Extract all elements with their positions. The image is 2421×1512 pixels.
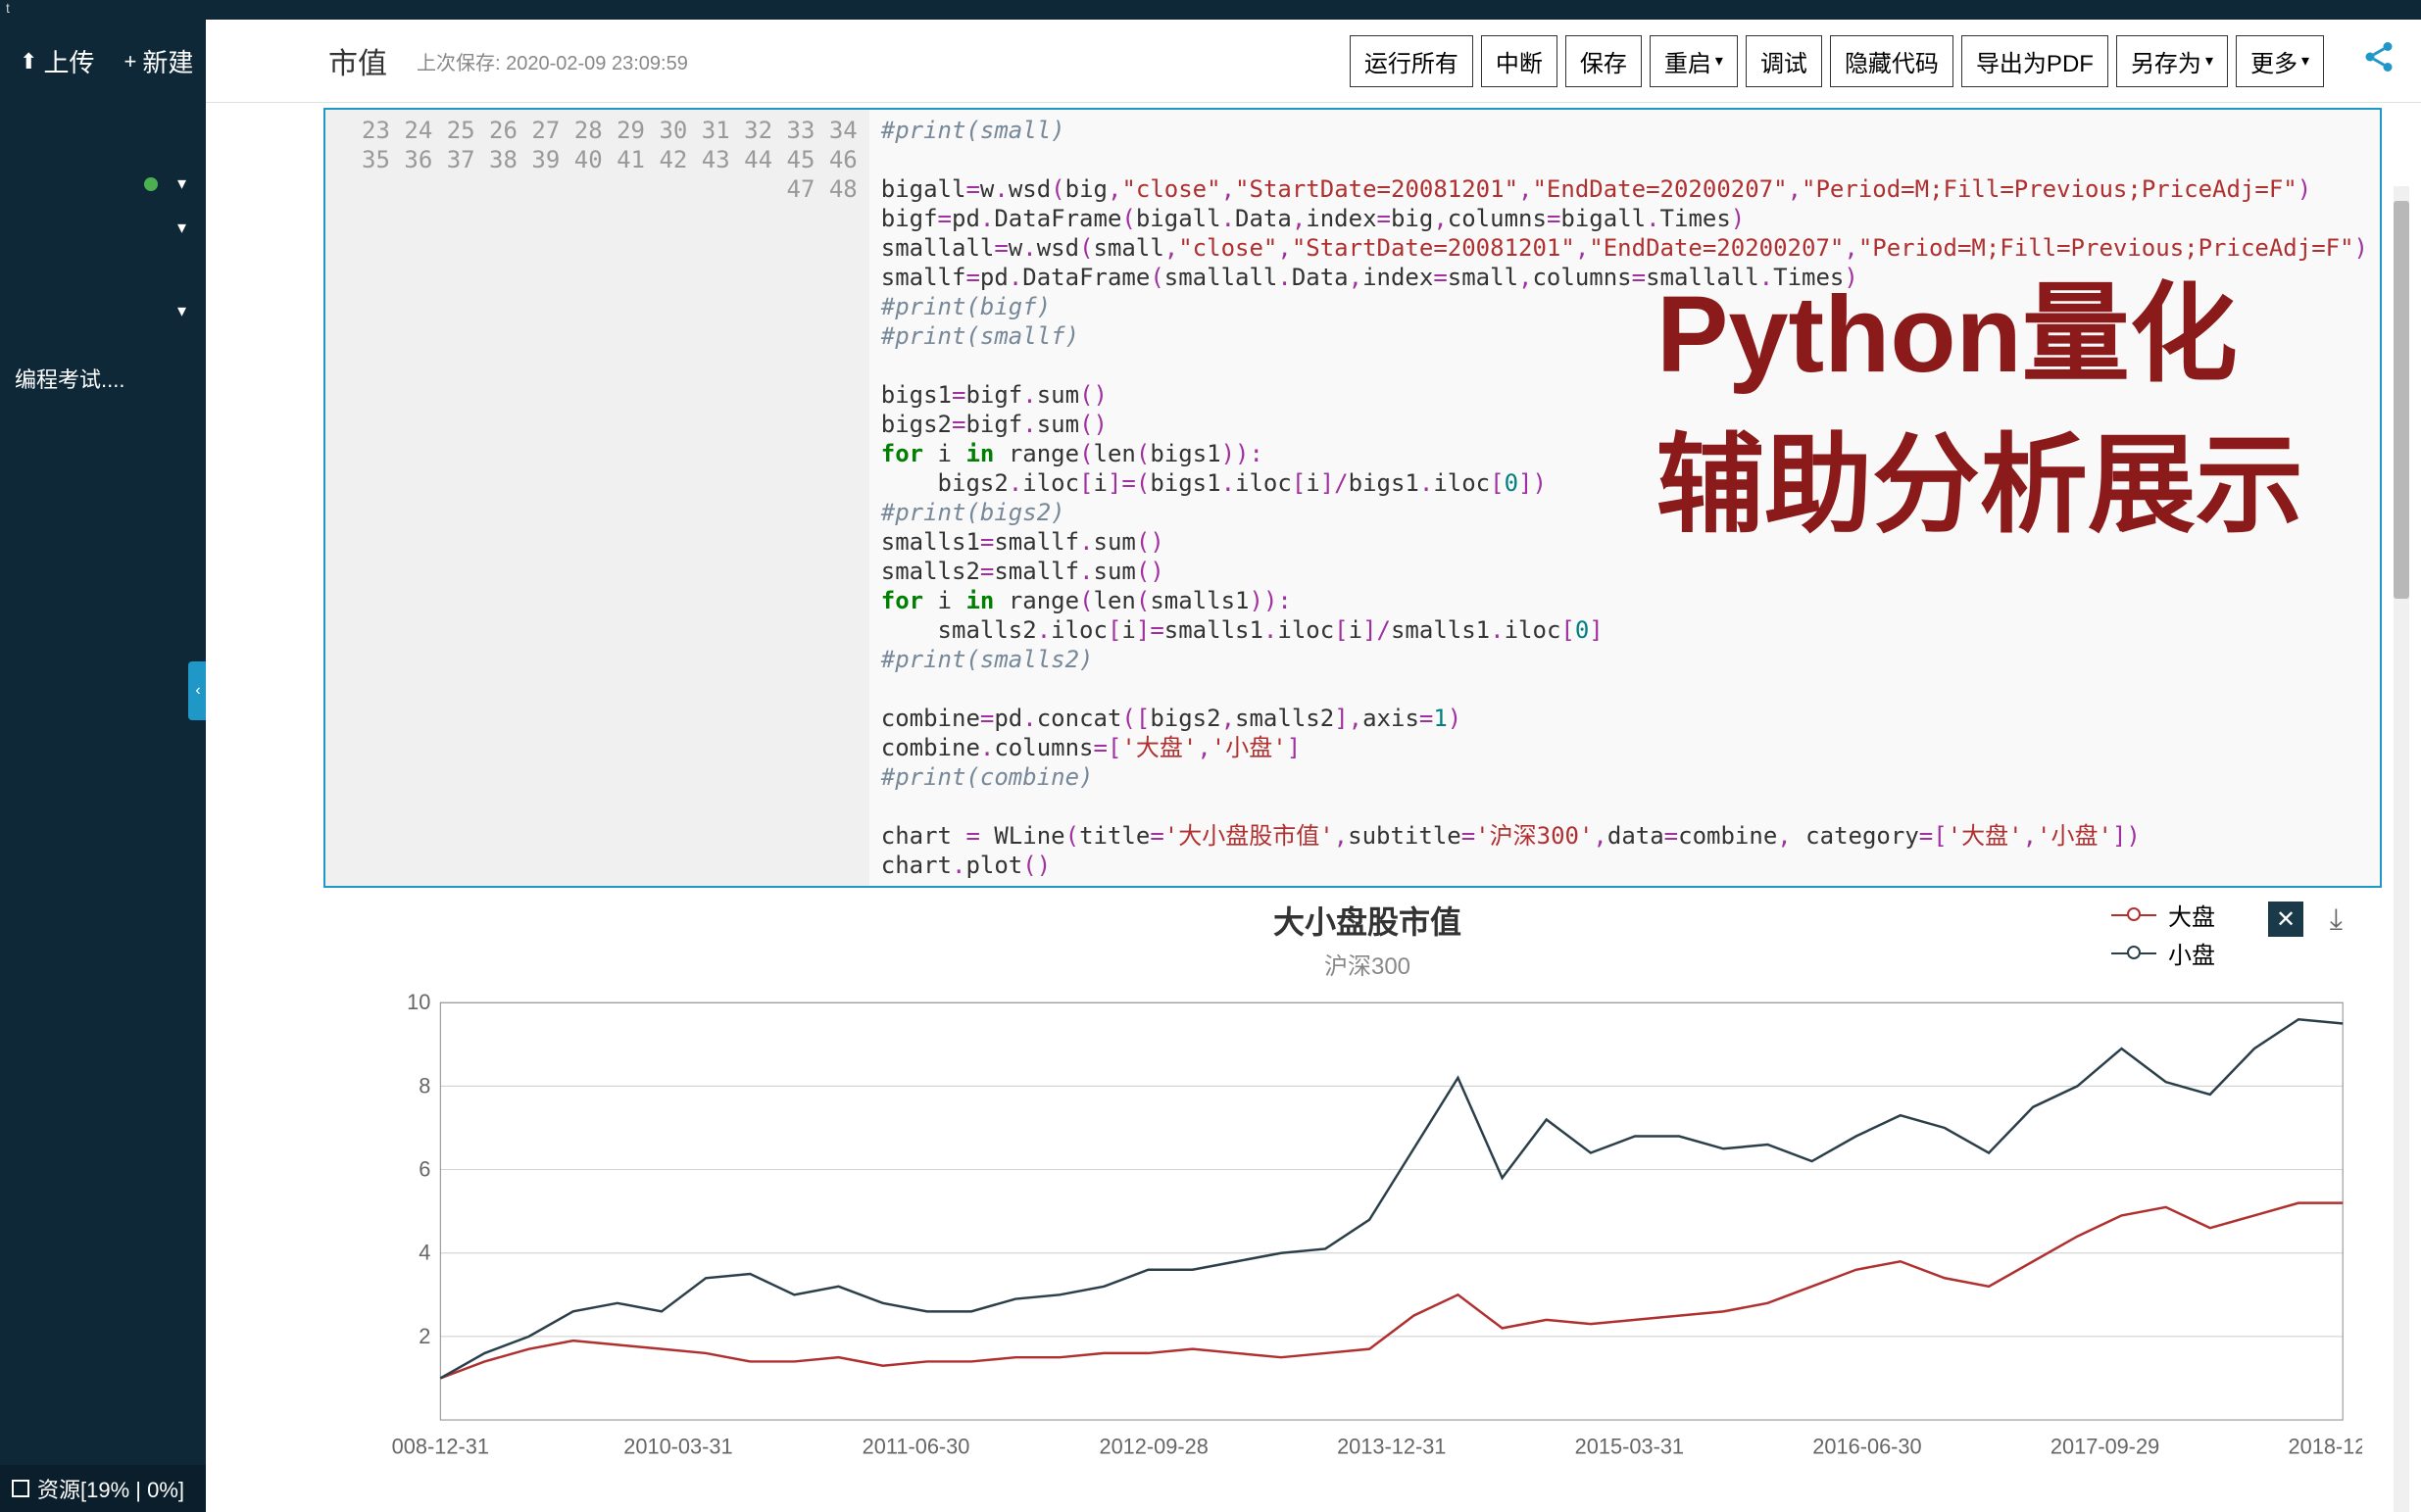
svg-text:2015-03-31: 2015-03-31 [1575, 1435, 1684, 1459]
notebook-header: 市值 上次保存: 2020-02-09 23:09:59 运行所有 中断 保存 … [206, 20, 2421, 103]
chevron-down-icon: ▾ [177, 218, 186, 238]
code-editor[interactable]: #print(small) bigall=w.wsd(big,"close","… [869, 110, 2380, 886]
svg-text:2018-12-28: 2018-12-28 [2289, 1435, 2362, 1459]
svg-text:2016-06-30: 2016-06-30 [1812, 1435, 1921, 1459]
svg-text:2010-03-31: 2010-03-31 [623, 1435, 732, 1459]
plus-icon: + [124, 49, 136, 74]
debug-button[interactable]: 调试 [1746, 35, 1822, 87]
legend-item-small[interactable]: 小盘 [2111, 936, 2215, 970]
chart-download-icon[interactable]: ⤓ [2330, 903, 2343, 937]
save-prefix: 上次保存: [417, 53, 506, 74]
svg-text:6: 6 [419, 1156, 430, 1181]
svg-text:2017-09-29: 2017-09-29 [2050, 1435, 2159, 1459]
sidebar: ▾ ▾ ▾ 编程考试.... ‹ ! ? 资源[19% | 0%] [0, 103, 206, 1512]
main-content: 23 24 25 26 27 28 29 30 31 32 33 34 35 3… [206, 103, 2421, 1512]
kernel-status-dot [144, 177, 158, 191]
chart-legend: 大盘 小盘 [2111, 898, 2215, 974]
export-pdf-button[interactable]: 导出为PDF [1961, 35, 2108, 87]
share-icon[interactable] [2361, 39, 2396, 83]
chevron-down-icon: ▾ [2205, 51, 2213, 71]
resource-status-text: 资源[19% | 0%] [37, 1473, 184, 1504]
toolbar: 运行所有 中断 保存 重启▾ 调试 隐藏代码 导出为PDF 另存为▾ 更多▾ [1350, 35, 2396, 87]
upload-button[interactable]: ⬆ 上传 [20, 43, 94, 79]
chevron-down-icon: ▾ [2301, 51, 2309, 71]
line-number-gutter: 23 24 25 26 27 28 29 30 31 32 33 34 35 3… [325, 110, 869, 886]
save-as-button[interactable]: 另存为▾ [2116, 35, 2228, 87]
svg-text:2011-06-30: 2011-06-30 [863, 1435, 970, 1459]
save-button[interactable]: 保存 [1565, 35, 1642, 87]
code-cell[interactable]: 23 24 25 26 27 28 29 30 31 32 33 34 35 3… [323, 108, 2382, 888]
restart-button[interactable]: 重启▾ [1650, 35, 1738, 87]
chart-subtitle: 沪深300 [372, 947, 2362, 981]
legend-label-big: 大盘 [2168, 898, 2215, 932]
chevron-down-icon: ▾ [1715, 51, 1723, 71]
vertical-scrollbar[interactable] [2394, 186, 2409, 1512]
chevron-down-icon: ▾ [177, 173, 186, 194]
legend-marker-small [2111, 952, 2156, 954]
more-button[interactable]: 更多▾ [2236, 35, 2324, 87]
sidebar-exam-label[interactable]: 编程考试.... [0, 353, 206, 404]
hide-code-button[interactable]: 隐藏代码 [1830, 35, 1953, 87]
new-button[interactable]: + 新建 [124, 43, 193, 79]
legend-marker-big [2111, 914, 2156, 916]
last-saved-info: 上次保存: 2020-02-09 23:09:59 [417, 47, 688, 75]
sidebar-item-2[interactable]: ▾ [0, 206, 206, 250]
upload-label: 上传 [43, 43, 94, 79]
sidebar-kernel-status[interactable]: ▾ [0, 162, 206, 206]
svg-text:2: 2 [419, 1324, 430, 1348]
svg-text:4: 4 [419, 1241, 430, 1265]
sidebar-item-3[interactable]: ▾ [0, 289, 206, 333]
sidebar-header: ⬆ 上传 + 新建 [0, 20, 206, 103]
checkbox-icon[interactable] [12, 1480, 29, 1497]
upload-icon: ⬆ [20, 49, 37, 74]
notebook-title[interactable]: 市值 [328, 39, 387, 82]
svg-text:008-12-31: 008-12-31 [392, 1435, 489, 1459]
chevron-down-icon: ▾ [177, 301, 186, 321]
resource-status-bar: 资源[19% | 0%] [0, 1465, 206, 1512]
scrollbar-thumb[interactable] [2394, 201, 2409, 599]
svg-text:8: 8 [419, 1073, 430, 1097]
legend-item-big[interactable]: 大盘 [2111, 898, 2215, 932]
svg-text:2013-12-31: 2013-12-31 [1337, 1435, 1446, 1459]
new-label: 新建 [142, 43, 193, 79]
window-titlebar: t [0, 0, 2421, 20]
chart-title: 大小盘股市值 [372, 898, 2362, 943]
run-all-button[interactable]: 运行所有 [1350, 35, 1473, 87]
save-time: 2020-02-09 23:09:59 [506, 53, 688, 74]
chart-canvas: 2 4 6 8 10 008-12-31 2010-03-31 2011-06-30 2012-… [372, 981, 2362, 1471]
legend-label-small: 小盘 [2168, 936, 2215, 970]
interrupt-button[interactable]: 中断 [1481, 35, 1557, 87]
sidebar-collapse-button[interactable]: ‹ [188, 661, 208, 720]
svg-text:2012-09-28: 2012-09-28 [1099, 1435, 1208, 1459]
svg-text:10: 10 [407, 990, 430, 1014]
chart-close-button[interactable]: ✕ [2268, 902, 2303, 937]
titlebar-text: t [0, 0, 10, 16]
chart-output: 大小盘股市值 沪深300 大盘 小盘 ✕ ⤓ 2 4 6 8 10 008-12-31 20… [372, 898, 2362, 1476]
